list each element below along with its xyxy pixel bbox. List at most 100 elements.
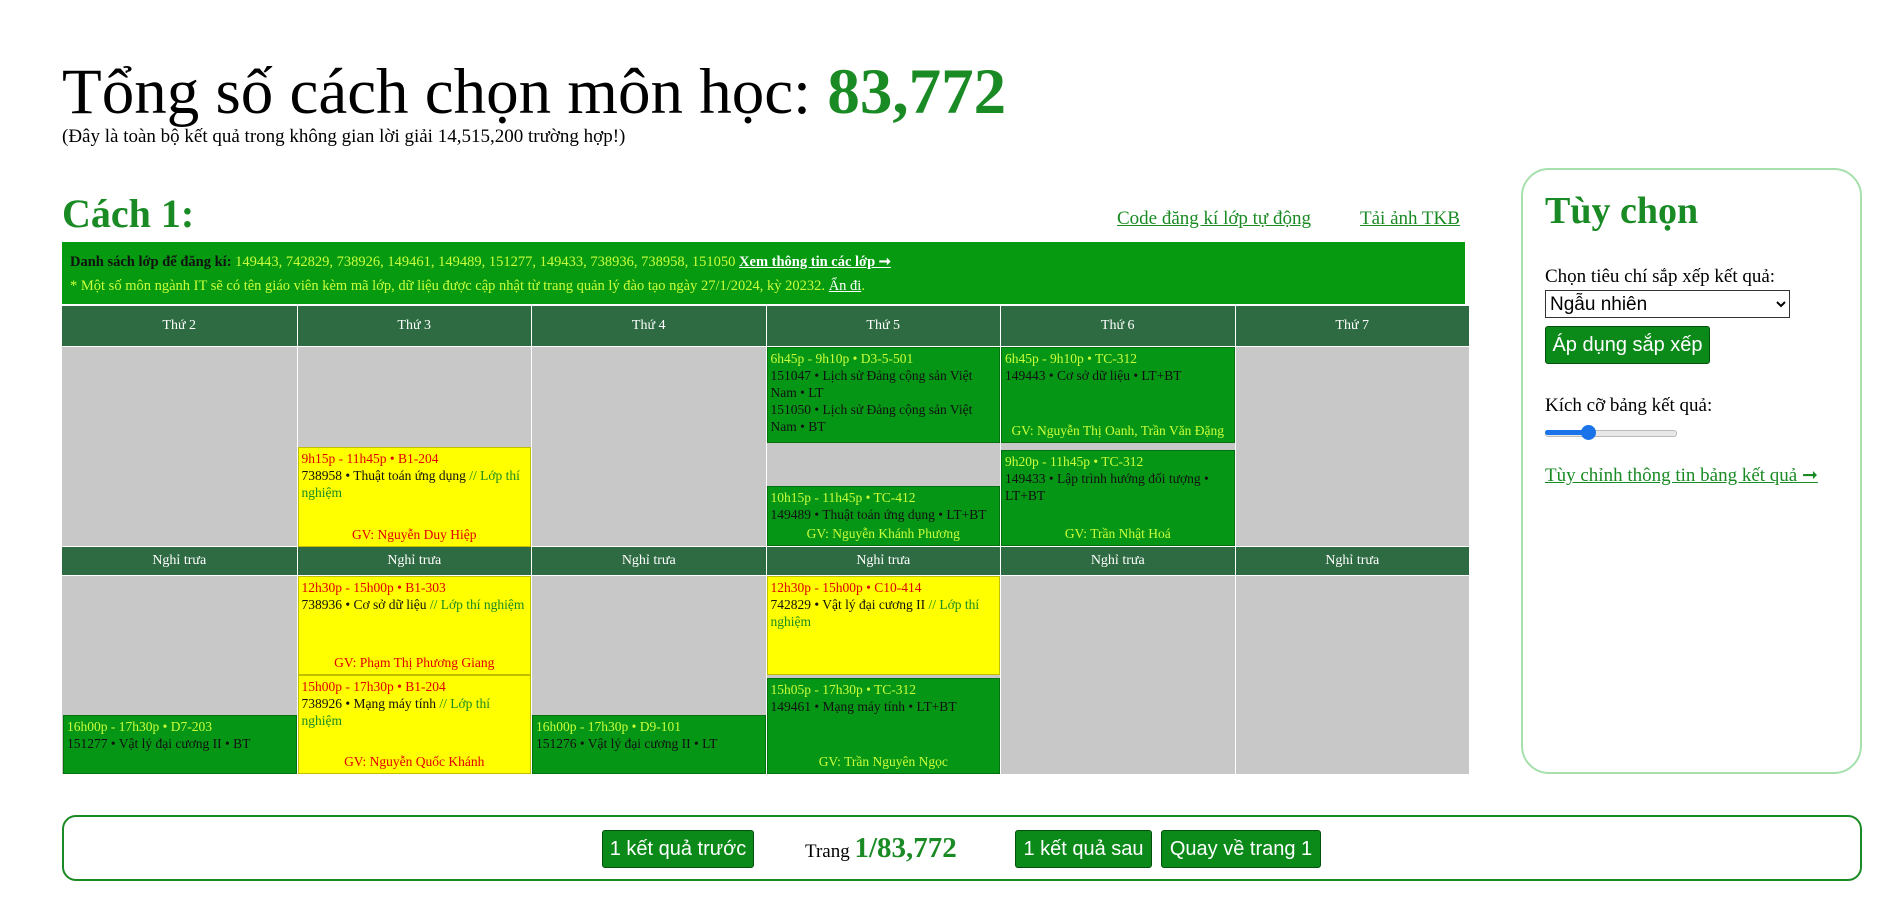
class-description: 149489 • Thuật toán ứng dụng • LT+BT xyxy=(771,506,997,523)
class-list-line: Danh sách lớp để đăng kí: 149443, 742829… xyxy=(70,254,891,271)
sort-criteria-label: Chọn tiêu chí sắp xếp kết quả: xyxy=(1545,266,1776,287)
class-time-room: 6h45p - 9h10p • TC-312 xyxy=(1005,351,1137,366)
class-list-label: Danh sách lớp để đăng kí: xyxy=(70,254,232,270)
class-name: 149489 • Thuật toán ứng dụng • LT+BT xyxy=(770,507,987,522)
prev-result-button[interactable]: 1 kết quả trước xyxy=(602,830,754,868)
class-block[interactable]: 16h00p - 17h30p • D9-101 151276 • Vật lý … xyxy=(532,715,766,774)
class-time-room: 15h00p - 17h30p • B1-204 xyxy=(301,679,446,694)
lunch-break-header: Nghỉ trưa xyxy=(1001,547,1235,575)
lunch-break-header: Nghỉ trưa xyxy=(766,547,1000,575)
sort-criteria-select[interactable]: Ngẫu nhiên xyxy=(1545,290,1790,318)
class-description: 151047 • Lịch sử Đảng cộng sản Việt Nam … xyxy=(771,367,997,401)
class-name: 151047 • Lịch sử Đảng cộng sản Việt Nam … xyxy=(770,368,973,400)
class-time-room: 9h20p - 11h45p • TC-312 xyxy=(1005,454,1144,469)
table-size-label: Kích cỡ bảng kết quả: xyxy=(1545,395,1713,416)
class-time-room: 6h45p - 9h10p • D3-5-501 xyxy=(770,351,914,366)
class-time-room: 15h05p - 17h30p • TC-312 xyxy=(770,682,916,697)
class-name: 149433 • Lập trình hướng đối tượng • LT+… xyxy=(1005,471,1209,503)
next-result-button[interactable]: 1 kết quả sau xyxy=(1015,830,1152,868)
class-block[interactable]: 9h20p - 11h45p • TC-312 149433 • Lập trìn… xyxy=(1001,450,1235,546)
class-teacher: GV: Nguyễn Khánh Phương xyxy=(806,526,960,541)
data-note-line: * Một số môn ngành IT sẽ có tên giáo viê… xyxy=(70,278,865,295)
data-note: * Một số môn ngành IT sẽ có tên giáo viê… xyxy=(70,278,829,294)
class-block[interactable]: 15h00p - 17h30p • B1-204 738926 • Mạng má… xyxy=(297,675,531,774)
note-end: . xyxy=(861,278,865,294)
class-time-room: 12h30p - 15h00p • B1-303 xyxy=(301,580,446,595)
lab-class-tag: // Lớp thí nghiệm xyxy=(429,597,525,612)
pagination-bar xyxy=(62,815,1862,881)
day-header: Thứ 3 xyxy=(297,306,531,346)
class-description: 738958 • Thuật toán ứng dụng // Lớp thí … xyxy=(302,467,528,501)
morning-column xyxy=(1235,347,1469,546)
class-description: 742829 • Vật lý đại cương II // Lớp thí … xyxy=(771,596,997,630)
lunch-break-header: Nghỉ trưa xyxy=(297,547,531,575)
morning-column xyxy=(62,347,297,546)
class-block[interactable]: 15h05p - 17h30p • TC-312 149461 • Mạng má… xyxy=(766,678,1000,774)
class-time-room: 16h00p - 17h30p • D7-203 xyxy=(67,719,212,734)
page-title: Tổng số cách chọn môn học: 83,772 xyxy=(62,52,1006,132)
class-teacher: GV: Nguyễn Thị Oanh, Trần Văn Đặng xyxy=(1011,423,1225,438)
title-prefix: Tổng số cách chọn môn học: xyxy=(62,56,828,128)
apply-sort-button[interactable]: Áp dụng sắp xếp xyxy=(1545,326,1710,364)
class-block[interactable]: 6h45p - 9h10p • TC-312 149443 • Cơ sở dữ … xyxy=(1001,347,1235,443)
class-time-room: 9h15p - 11h45p • B1-204 xyxy=(301,451,439,466)
class-time-room: 12h30p - 15h00p • C10-414 xyxy=(770,580,922,595)
download-image-link[interactable]: Tải ảnh TKB xyxy=(1360,208,1460,230)
customize-table-link[interactable]: Tùy chỉnh thông tin bảng kết quả ➞ xyxy=(1545,464,1818,487)
page-subtitle: (Đây là toàn bộ kết quả trong không gian… xyxy=(62,126,626,147)
class-description: 151276 • Vật lý đại cương II • LT xyxy=(536,735,762,752)
class-list-banner: Danh sách lớp để đăng kí: 149443, 742829… xyxy=(62,242,1465,304)
view-class-info-link[interactable]: Xem thông tin các lớp ➞ xyxy=(739,254,891,270)
class-block[interactable]: 10h15p - 11h45p • TC-412 149489 • Thuật t… xyxy=(766,486,1000,546)
page-number: 1/83,772 xyxy=(854,832,957,864)
class-name: 738926 • Mạng máy tính xyxy=(301,696,440,711)
slider-thumb[interactable] xyxy=(1581,425,1596,440)
class-block[interactable]: 12h30p - 15h00p • B1-303 738936 • Cơ sở d… xyxy=(297,576,531,675)
auto-code-link[interactable]: Code đăng kí lớp tự động xyxy=(1117,208,1311,230)
day-header: Thứ 4 xyxy=(532,306,766,346)
day-header: Thứ 7 xyxy=(1235,306,1469,346)
lunch-break-header: Nghỉ trưa xyxy=(1235,547,1469,575)
class-time-room: 16h00p - 17h30p • D9-101 xyxy=(536,719,681,734)
class-name: 738958 • Thuật toán ứng dụng xyxy=(301,468,470,483)
class-name: 151277 • Vật lý đại cương II • BT xyxy=(67,736,251,751)
class-name: 738936 • Cơ sở dữ liệu xyxy=(301,597,430,612)
lunch-break-header: Nghỉ trưa xyxy=(532,547,766,575)
back-to-first-page-button[interactable]: Quay về trang 1 xyxy=(1161,830,1321,868)
lunch-break-header: Nghỉ trưa xyxy=(62,547,297,575)
class-block[interactable]: 16h00p - 17h30p • D7-203 151277 • Vật lý … xyxy=(63,715,297,774)
morning-column xyxy=(532,347,766,546)
class-teacher: GV: Trần Nhật Hoá xyxy=(1064,526,1171,541)
class-teacher: GV: Phạm Thị Phương Giang xyxy=(334,655,495,670)
options-title: Tùy chọn xyxy=(1545,190,1699,232)
page-indicator: Trang 1/83,772 xyxy=(805,832,957,865)
class-description: 738936 • Cơ sở dữ liệu // Lớp thí nghiệm xyxy=(302,596,528,613)
afternoon-column xyxy=(1235,576,1469,774)
afternoon-column xyxy=(1001,576,1235,774)
class-name: 151276 • Vật lý đại cương II • LT xyxy=(536,736,718,751)
class-teacher: GV: Nguyễn Quốc Khánh xyxy=(344,754,485,769)
day-header: Thứ 6 xyxy=(1001,306,1235,346)
class-name: 149443 • Cơ sở dữ liệu • LT+BT xyxy=(1005,368,1182,383)
class-teacher: GV: Nguyễn Duy Hiệp xyxy=(351,527,477,542)
result-heading: Cách 1: xyxy=(62,191,195,236)
class-block[interactable]: 9h15p - 11h45p • B1-204 738958 • Thuật to… xyxy=(297,447,531,547)
class-teacher: GV: Trần Nguyên Ngọc xyxy=(818,754,948,769)
class-description: 151050 • Lịch sử Đảng cộng sản Việt Nam … xyxy=(771,401,997,435)
class-description: 738926 • Mạng máy tính // Lớp thí nghiệm xyxy=(302,695,528,729)
class-time-room: 10h15p - 11h45p • TC-412 xyxy=(770,490,916,505)
page-label: Trang xyxy=(805,841,855,862)
day-header: Thứ 2 xyxy=(62,306,297,346)
class-description: 149461 • Mạng máy tính • LT+BT xyxy=(771,698,997,715)
class-description: 149433 • Lập trình hướng đối tượng • LT+… xyxy=(1005,470,1231,504)
class-description: 149443 • Cơ sở dữ liệu • LT+BT xyxy=(1005,367,1231,384)
class-block[interactable]: 12h30p - 15h00p • C10-414 742829 • Vật lý… xyxy=(766,576,1000,675)
class-block[interactable]: 6h45p - 9h10p • D3-5-501 151047 • Lịch sử… xyxy=(766,347,1000,443)
table-size-slider[interactable] xyxy=(1545,425,1677,440)
class-description: 151277 • Vật lý đại cương II • BT xyxy=(67,735,293,752)
day-header: Thứ 5 xyxy=(766,306,1000,346)
hide-note-link[interactable]: Ẩn đi xyxy=(829,278,862,294)
class-name: 151050 • Lịch sử Đảng cộng sản Việt Nam … xyxy=(770,402,973,434)
class-name: 742829 • Vật lý đại cương II xyxy=(770,597,929,612)
class-name: 149461 • Mạng máy tính • LT+BT xyxy=(770,699,957,714)
